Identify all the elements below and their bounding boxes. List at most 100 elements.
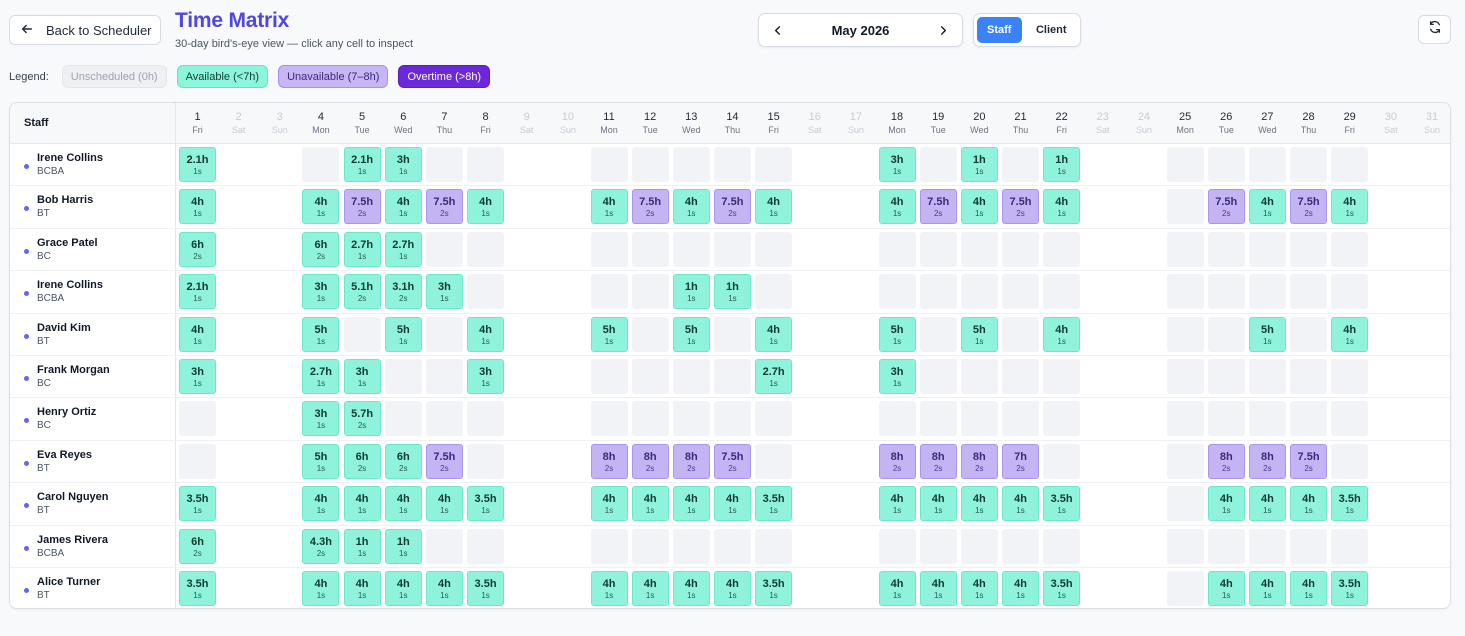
matrix-cell[interactable]: 1h 1s [384, 528, 422, 564]
back-to-scheduler-button[interactable]: Back to Scheduler [9, 15, 161, 45]
staff-cell[interactable]: Carol Nguyen BT [10, 483, 175, 524]
staff-cell[interactable]: Grace Patel BC [10, 229, 175, 270]
matrix-cell[interactable]: 5h 1s [672, 316, 710, 352]
matrix-cell[interactable]: 4h 1s [384, 571, 422, 606]
matrix-cell[interactable]: 4h 1s [384, 189, 422, 225]
matrix-cell[interactable]: 4h 1s [1248, 486, 1286, 522]
matrix-cell-empty[interactable] [1207, 316, 1245, 352]
matrix-cell[interactable]: 4h 1s [302, 486, 340, 522]
matrix-cell-empty[interactable] [631, 359, 669, 394]
matrix-cell[interactable]: 4h 1s [1248, 189, 1286, 225]
matrix-cell[interactable]: 4h 1s [1043, 316, 1081, 352]
matrix-cell[interactable]: 6h 2s [179, 528, 216, 564]
matrix-cell[interactable]: 7.5h 2s [919, 189, 957, 225]
matrix-cell-empty[interactable] [919, 316, 957, 352]
matrix-cell[interactable]: 3h 1s [878, 147, 916, 182]
matrix-cell-empty[interactable] [755, 274, 793, 310]
matrix-cell[interactable]: 8h 2s [631, 443, 669, 479]
matrix-cell[interactable]: 3h 1s [425, 274, 463, 310]
matrix-cell-empty[interactable] [1290, 274, 1328, 310]
matrix-cell[interactable]: 4h 1s [590, 571, 628, 606]
toggle-staff[interactable]: Staff [977, 17, 1022, 43]
matrix-cell[interactable]: 3.5h 1s [179, 571, 216, 606]
matrix-cell-empty[interactable] [1002, 401, 1039, 437]
matrix-cell[interactable]: 4h 1s [1290, 571, 1328, 606]
matrix-cell-empty[interactable] [1331, 274, 1369, 310]
matrix-cell-empty[interactable] [919, 274, 957, 310]
matrix-cell-empty[interactable] [1166, 359, 1204, 394]
matrix-cell[interactable]: 4h 1s [1290, 486, 1328, 522]
matrix-cell[interactable]: 5h 1s [878, 316, 916, 352]
matrix-cell-empty[interactable] [919, 359, 957, 394]
matrix-cell-empty[interactable] [713, 401, 751, 437]
matrix-cell[interactable]: 3.1h 2s [384, 274, 422, 310]
matrix-cell-empty[interactable] [1043, 528, 1081, 564]
matrix-cell-empty[interactable] [425, 147, 463, 182]
matrix-cell[interactable]: 4h 1s [960, 486, 998, 522]
matrix-cell-empty[interactable] [1166, 231, 1204, 267]
matrix-cell-empty[interactable] [1002, 274, 1039, 310]
matrix-cell-empty[interactable] [590, 359, 628, 394]
matrix-cell-empty[interactable] [1002, 147, 1039, 182]
matrix-cell-empty[interactable] [878, 274, 916, 310]
matrix-cell-empty[interactable] [713, 528, 751, 564]
matrix-cell-empty[interactable] [1166, 571, 1204, 606]
matrix-cell-empty[interactable] [755, 528, 793, 564]
matrix-cell[interactable]: 3.5h 1s [467, 486, 505, 522]
matrix-cell-empty[interactable] [1207, 359, 1245, 394]
matrix-cell-empty[interactable] [1248, 401, 1286, 437]
matrix-cell-empty[interactable] [1290, 359, 1328, 394]
matrix-cell-empty[interactable] [1002, 528, 1039, 564]
matrix-cell-empty[interactable] [878, 401, 916, 437]
toggle-client[interactable]: Client [1026, 17, 1077, 43]
matrix-cell-empty[interactable] [960, 231, 998, 267]
matrix-cell-empty[interactable] [425, 401, 463, 437]
matrix-cell-empty[interactable] [1248, 147, 1286, 182]
matrix-cell[interactable]: 7.5h 2s [713, 443, 751, 479]
matrix-cell-empty[interactable] [467, 231, 505, 267]
staff-cell[interactable]: Eva Reyes BT [10, 441, 175, 482]
matrix-cell[interactable]: 4h 1s [467, 189, 505, 225]
matrix-cell-empty[interactable] [1002, 316, 1039, 352]
matrix-cell-empty[interactable] [631, 231, 669, 267]
matrix-cell[interactable]: 2.7h 1s [384, 231, 422, 267]
chevron-right-icon[interactable] [936, 22, 952, 38]
matrix-cell[interactable]: 4h 1s [1207, 571, 1245, 606]
matrix-cell-empty[interactable] [1166, 316, 1204, 352]
refresh-button[interactable] [1418, 15, 1451, 44]
matrix-cell-empty[interactable] [384, 401, 422, 437]
staff-cell[interactable]: Bob Harris BT [10, 186, 175, 227]
matrix-cell[interactable]: 3.5h 1s [1331, 486, 1369, 522]
matrix-cell[interactable]: 2.1h 1s [179, 147, 216, 182]
matrix-cell-empty[interactable] [1331, 443, 1369, 479]
matrix-cell-empty[interactable] [672, 528, 710, 564]
matrix-cell[interactable]: 7.5h 2s [1002, 189, 1039, 225]
matrix-cell[interactable]: 8h 2s [1207, 443, 1245, 479]
staff-cell[interactable]: James Rivera BCBA [10, 526, 175, 567]
matrix-cell-empty[interactable] [755, 443, 793, 479]
matrix-cell-empty[interactable] [1248, 231, 1286, 267]
chevron-left-icon[interactable] [769, 22, 785, 38]
matrix-cell[interactable]: 2.7h 1s [755, 359, 793, 394]
matrix-cell[interactable]: 4h 1s [1331, 189, 1369, 225]
matrix-cell[interactable]: 4h 1s [878, 571, 916, 606]
staff-cell[interactable]: Frank Morgan BC [10, 356, 175, 397]
matrix-cell[interactable]: 4h 1s [755, 316, 793, 352]
matrix-cell-empty[interactable] [1043, 401, 1081, 437]
matrix-cell[interactable]: 3h 1s [343, 359, 381, 394]
matrix-cell[interactable]: 7.5h 2s [425, 189, 463, 225]
matrix-cell[interactable]: 2.1h 1s [179, 274, 216, 310]
matrix-cell[interactable]: 5h 1s [590, 316, 628, 352]
matrix-cell[interactable]: 5h 1s [1248, 316, 1286, 352]
matrix-cell[interactable]: 8h 2s [919, 443, 957, 479]
matrix-cell[interactable]: 4h 1s [672, 486, 710, 522]
matrix-cell[interactable]: 3.5h 1s [1331, 571, 1369, 606]
matrix-cell[interactable]: 6h 2s [343, 443, 381, 479]
matrix-cell[interactable]: 4h 1s [302, 189, 340, 225]
staff-cell[interactable]: David Kim BT [10, 314, 175, 355]
matrix-cell-empty[interactable] [1248, 274, 1286, 310]
matrix-cell[interactable]: 2.7h 1s [302, 359, 340, 394]
matrix-cell[interactable]: 4h 1s [713, 571, 751, 606]
matrix-cell[interactable]: 4h 1s [960, 189, 998, 225]
matrix-cell[interactable]: 4h 1s [1207, 486, 1245, 522]
